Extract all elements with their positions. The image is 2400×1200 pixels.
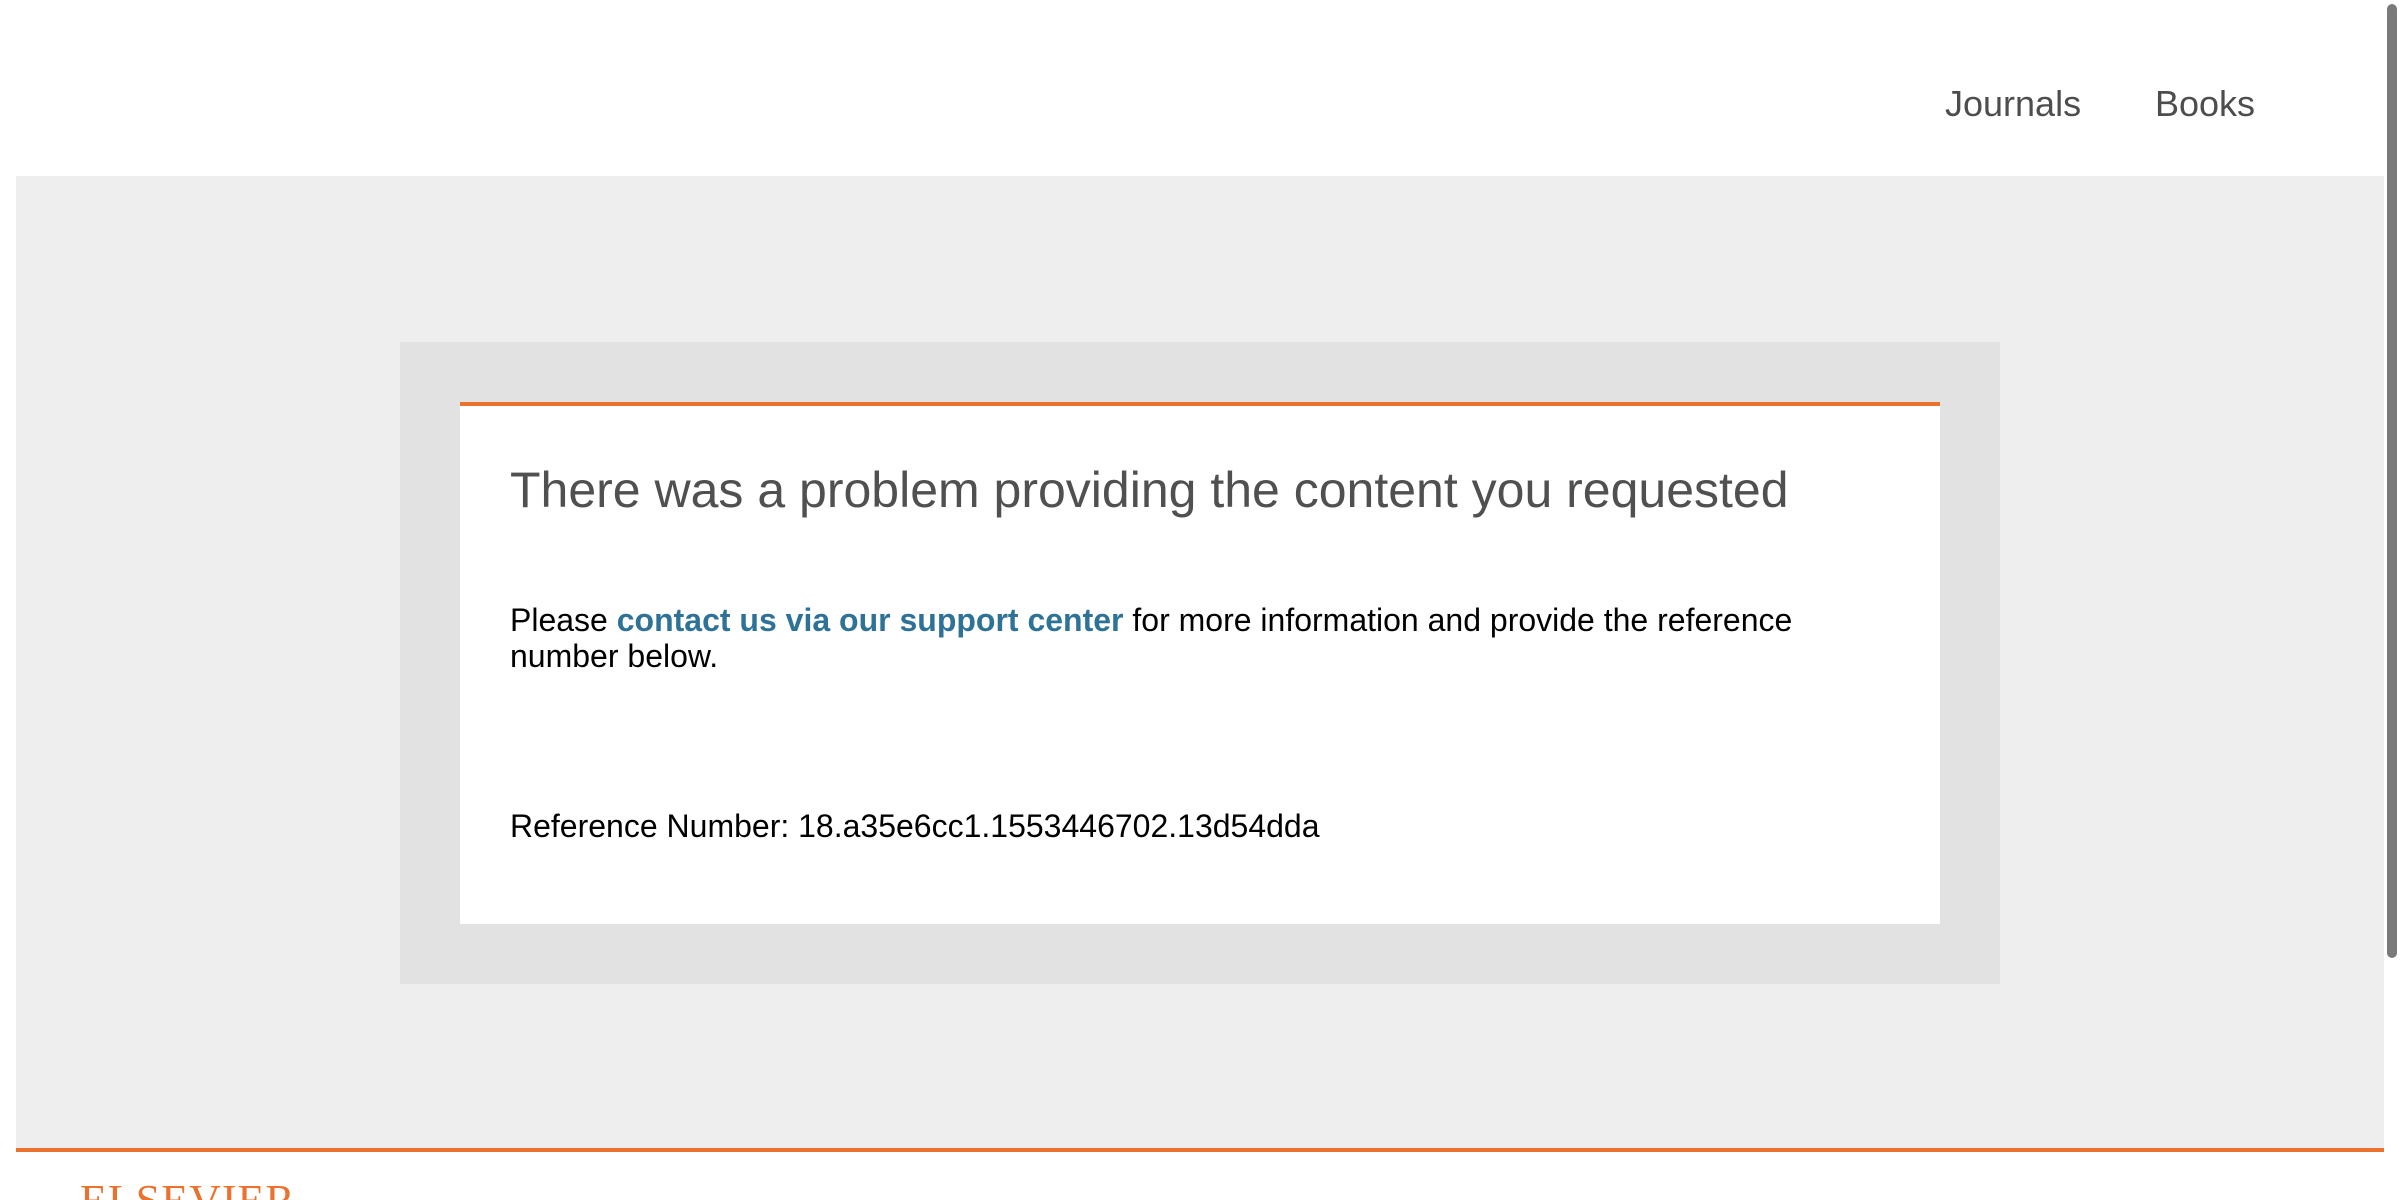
top-navigation: Journals Books [0, 0, 2384, 176]
footer-divider [16, 1148, 2384, 1152]
reference-label: Reference Number: [510, 808, 799, 844]
page: Journals Books There was a problem provi… [0, 0, 2400, 1200]
error-message: Please contact us via our support center… [510, 602, 1850, 674]
message-prefix: Please [510, 602, 617, 638]
error-card: There was a problem providing the conten… [460, 402, 1940, 924]
scrollbar-thumb[interactable] [2387, 4, 2397, 958]
elsevier-logo[interactable]: ELSEVIER [80, 1176, 296, 1200]
vertical-scrollbar[interactable] [2384, 0, 2400, 1200]
support-center-link[interactable]: contact us via our support center [617, 602, 1124, 638]
reference-value: 18.a35e6cc1.1553446702.13d54dda [798, 808, 1320, 844]
nav-link-journals[interactable]: Journals [1945, 80, 2081, 128]
reference-number: Reference Number: 18.a35e6cc1.1553446702… [510, 806, 1320, 846]
nav-link-books[interactable]: Books [2155, 80, 2255, 128]
error-title: There was a problem providing the conten… [510, 462, 1789, 518]
